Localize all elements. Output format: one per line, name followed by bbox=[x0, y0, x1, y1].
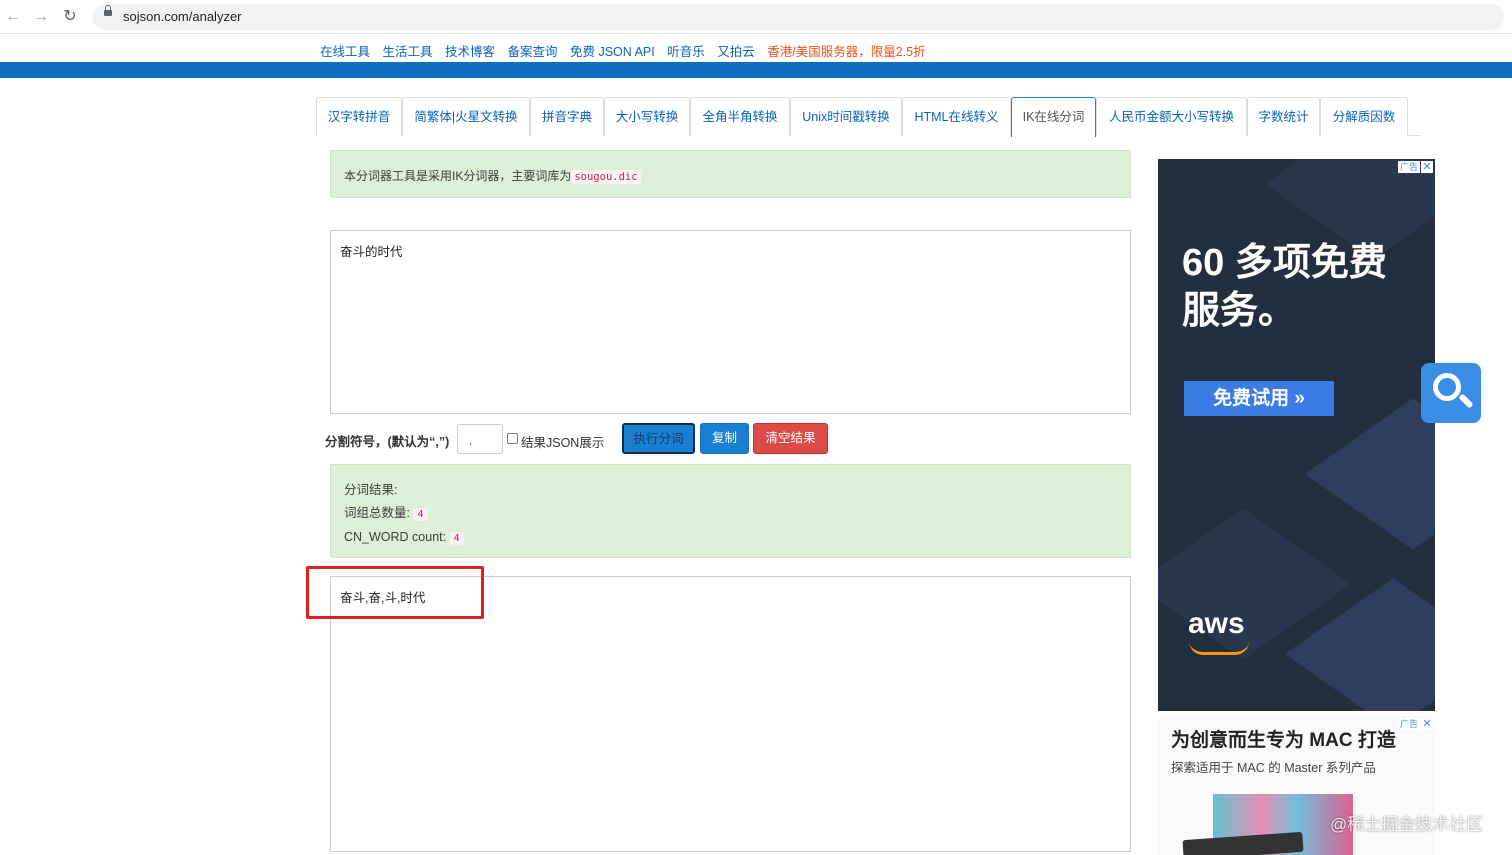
ad-title-line1: 60 多项免费 bbox=[1182, 242, 1387, 284]
link-icp-query[interactable]: 备案查询 bbox=[508, 45, 558, 59]
ad-title: 60 多项免费 服务。 bbox=[1182, 239, 1387, 335]
keyboard-image bbox=[1182, 831, 1304, 855]
tab-pinyin[interactable]: 汉字转拼音 bbox=[316, 97, 402, 136]
ad-tag: 广告 bbox=[1398, 161, 1421, 173]
json-checkbox-label[interactable]: 结果JSON展示 bbox=[521, 432, 604, 451]
watermark: @稀土掘金技术社区 bbox=[1330, 815, 1484, 834]
link-upyun[interactable]: 又拍云 bbox=[717, 45, 755, 59]
url-text[interactable]: sojson.com/analyzer bbox=[123, 9, 242, 24]
ad2-title: 为创意而生专为 MAC 打造 bbox=[1171, 730, 1396, 751]
hex-decoration bbox=[1304, 398, 1435, 550]
tab-ik-analyzer[interactable]: IK在线分词 bbox=[1011, 97, 1096, 137]
ad-close-icon[interactable]: ✕ bbox=[1421, 161, 1433, 173]
result-heading: 分词结果: bbox=[344, 483, 398, 497]
ad2-close-icon[interactable]: ✕ bbox=[1421, 718, 1433, 730]
reload-icon[interactable]: ↻ bbox=[60, 7, 80, 27]
tab-prime-factor[interactable]: 分解质因数 bbox=[1320, 97, 1408, 136]
clear-button[interactable]: 清空结果 bbox=[753, 423, 828, 454]
total-label: 词组总数量: bbox=[344, 506, 410, 520]
run-segment-button[interactable]: 执行分词 bbox=[622, 423, 695, 454]
forward-icon[interactable]: → bbox=[31, 7, 51, 27]
link-server-promo[interactable]: 香港/美国服务器，限量2.5折 bbox=[767, 45, 925, 59]
aws-ad[interactable]: 60 多项免费 服务。 免费试用 » aws 广告 ✕ bbox=[1158, 159, 1435, 711]
back-icon[interactable]: ← bbox=[3, 7, 23, 27]
tab-rmb-convert[interactable]: 人民币金额大小写转换 bbox=[1096, 97, 1247, 136]
link-online-tools[interactable]: 在线工具 bbox=[320, 45, 370, 59]
cn-word-label: CN_WORD count: bbox=[344, 530, 447, 544]
info-notice: 本分词器工具是采用IK分词器，主要词库为 sougou.dic bbox=[330, 150, 1131, 198]
dict-name: sougou.dic bbox=[571, 170, 641, 184]
total-badge: 4 bbox=[413, 508, 428, 521]
ad-title-line2: 服务。 bbox=[1182, 290, 1297, 332]
tab-case-convert[interactable]: 大小写转换 bbox=[604, 97, 690, 136]
free-trial-button[interactable]: 免费试用 » bbox=[1184, 381, 1334, 416]
link-free-json-api[interactable]: 免费 JSON API bbox=[570, 45, 655, 59]
ad2-tag: 广告 bbox=[1398, 718, 1421, 730]
tab-word-count[interactable]: 字数统计 bbox=[1247, 97, 1320, 136]
tab-html-escape[interactable]: HTML在线转义 bbox=[902, 97, 1011, 136]
tool-tabs: 汉字转拼音 简繁体|火星文转换 拼音字典 大小写转换 全角半角转换 Unix时间… bbox=[316, 97, 1421, 137]
main-nav-bar bbox=[0, 62, 1512, 78]
cn-word-badge: 4 bbox=[449, 532, 464, 545]
address-bar[interactable] bbox=[92, 4, 1504, 30]
separator-label: 分割符号，(默认为“,”) bbox=[325, 435, 450, 449]
tab-traditional[interactable]: 简繁体|火星文转换 bbox=[402, 97, 530, 136]
separator-input[interactable]: , bbox=[457, 424, 503, 454]
search-icon bbox=[1433, 373, 1461, 401]
result-summary: 分词结果: 词组总数量: 4 CN_WORD count: 4 bbox=[330, 464, 1131, 558]
floating-search-button[interactable] bbox=[1421, 363, 1481, 423]
tab-fullwidth[interactable]: 全角半角转换 bbox=[690, 97, 790, 136]
link-tech-blog[interactable]: 技术博客 bbox=[445, 45, 495, 59]
link-music[interactable]: 听音乐 bbox=[667, 45, 705, 59]
notice-text: 本分词器工具是采用IK分词器，主要词库为 bbox=[344, 169, 572, 183]
top-links: 在线工具 生活工具 技术博客 备案查询 免费 JSON API 听音乐 又拍云 … bbox=[320, 41, 935, 60]
json-checkbox[interactable] bbox=[507, 433, 518, 444]
input-textarea[interactable]: 奋斗的时代 bbox=[330, 230, 1131, 414]
highlight-box bbox=[306, 566, 484, 619]
copy-button[interactable]: 复制 bbox=[700, 423, 749, 454]
aws-logo: aws bbox=[1188, 607, 1245, 640]
input-text: 奋斗的时代 bbox=[340, 245, 403, 259]
search-icon-handle bbox=[1458, 393, 1474, 409]
browser-toolbar: ← → ↻ sojson.com/analyzer bbox=[0, 0, 1512, 34]
lock-icon bbox=[104, 5, 112, 16]
tab-pinyin-dict[interactable]: 拼音字典 bbox=[530, 97, 604, 136]
link-life-tools[interactable]: 生活工具 bbox=[383, 45, 433, 59]
tab-unix-time[interactable]: Unix时间戳转换 bbox=[790, 97, 902, 136]
aws-smile-icon bbox=[1189, 641, 1249, 655]
ad2-subtitle: 探索适用于 MAC 的 Master 系列产品 bbox=[1171, 761, 1376, 775]
